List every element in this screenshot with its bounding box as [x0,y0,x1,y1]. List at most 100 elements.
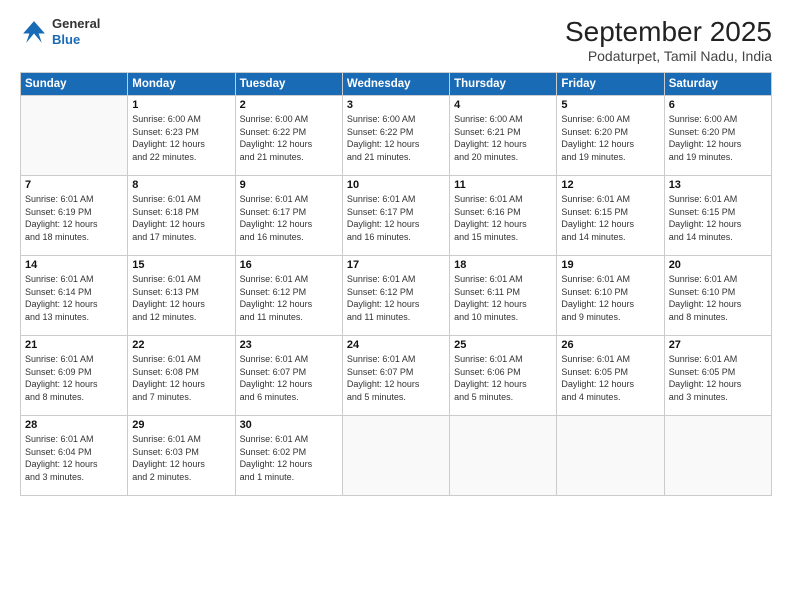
day-info: Sunrise: 6:00 AM Sunset: 6:21 PM Dayligh… [454,113,552,163]
calendar-cell: 9 Sunrise: 6:01 AM Sunset: 6:17 PM Daylig… [235,176,342,256]
day-number: 11 [454,179,552,191]
calendar-cell: 29 Sunrise: 6:01 AM Sunset: 6:03 PM Dayli… [128,416,235,496]
day-info: Sunrise: 6:01 AM Sunset: 6:16 PM Dayligh… [454,193,552,243]
day-info: Sunrise: 6:00 AM Sunset: 6:20 PM Dayligh… [561,113,659,163]
day-info: Sunrise: 6:01 AM Sunset: 6:04 PM Dayligh… [25,433,123,483]
day-number: 9 [240,179,338,191]
day-info: Sunrise: 6:00 AM Sunset: 6:22 PM Dayligh… [347,113,445,163]
calendar-cell: 27Sunrise: 6:01 AM Sunset: 6:05 PM Dayli… [664,336,771,416]
day-number: 21 [25,339,123,351]
day-info: Sunrise: 6:01 AM Sunset: 6:14 PM Dayligh… [25,273,123,323]
calendar-cell [21,96,128,176]
day-number: 18 [454,259,552,271]
day-number: 17 [347,259,445,271]
day-number: 1 [132,99,230,111]
calendar-cell: 13Sunrise: 6:01 AM Sunset: 6:15 PM Dayli… [664,176,771,256]
day-info: Sunrise: 6:01 AM Sunset: 6:03 PM Dayligh… [132,433,230,483]
day-number: 13 [669,179,767,191]
calendar-cell: 19 Sunrise: 6:01 AM Sunset: 6:10 PM Dayli… [557,256,664,336]
calendar-cell: 3 Sunrise: 6:00 AM Sunset: 6:22 PM Daylig… [342,96,449,176]
weekday-header-friday: Friday [557,73,664,96]
logo-general: General [52,16,100,32]
day-info: Sunrise: 6:01 AM Sunset: 6:09 PM Dayligh… [25,353,123,403]
calendar-cell [557,416,664,496]
day-number: 2 [240,99,338,111]
day-info: Sunrise: 6:01 AM Sunset: 6:18 PM Dayligh… [132,193,230,243]
logo-icon [20,18,48,46]
day-number: 4 [454,99,552,111]
calendar-cell: 17Sunrise: 6:01 AM Sunset: 6:12 PM Dayli… [342,256,449,336]
calendar-week-row: 28 Sunrise: 6:01 AM Sunset: 6:04 PM Dayli… [21,416,772,496]
day-number: 10 [347,179,445,191]
day-number: 20 [669,259,767,271]
weekday-header-sunday: Sunday [21,73,128,96]
day-number: 5 [561,99,659,111]
day-info: Sunrise: 6:01 AM Sunset: 6:10 PM Dayligh… [561,273,659,323]
day-info: Sunrise: 6:01 AM Sunset: 6:17 PM Dayligh… [240,193,338,243]
day-number: 15 [132,259,230,271]
day-info: Sunrise: 6:01 AM Sunset: 6:08 PM Dayligh… [132,353,230,403]
page: General Blue September 2025 Podaturpet, … [0,0,792,612]
day-number: 26 [561,339,659,351]
calendar-cell: 4 Sunrise: 6:00 AM Sunset: 6:21 PM Daylig… [450,96,557,176]
day-info: Sunrise: 6:01 AM Sunset: 6:02 PM Dayligh… [240,433,338,483]
calendar-cell: 14 Sunrise: 6:01 AM Sunset: 6:14 PM Dayli… [21,256,128,336]
title-block: September 2025 Podaturpet, Tamil Nadu, I… [565,16,772,64]
calendar-cell: 20Sunrise: 6:01 AM Sunset: 6:10 PM Dayli… [664,256,771,336]
day-number: 24 [347,339,445,351]
day-number: 23 [240,339,338,351]
day-info: Sunrise: 6:01 AM Sunset: 6:07 PM Dayligh… [240,353,338,403]
day-info: Sunrise: 6:01 AM Sunset: 6:05 PM Dayligh… [561,353,659,403]
calendar-cell: 6Sunrise: 6:00 AM Sunset: 6:20 PM Daylig… [664,96,771,176]
calendar-cell: 21 Sunrise: 6:01 AM Sunset: 6:09 PM Dayli… [21,336,128,416]
day-number: 3 [347,99,445,111]
day-number: 16 [240,259,338,271]
calendar-cell: 24 Sunrise: 6:01 AM Sunset: 6:07 PM Dayli… [342,336,449,416]
day-number: 30 [240,419,338,431]
day-number: 27 [669,339,767,351]
calendar-cell [450,416,557,496]
day-number: 29 [132,419,230,431]
day-info: Sunrise: 6:01 AM Sunset: 6:07 PM Dayligh… [347,353,445,403]
page-title: September 2025 [565,16,772,48]
calendar-cell: 5 Sunrise: 6:00 AM Sunset: 6:20 PM Daylig… [557,96,664,176]
day-number: 28 [25,419,123,431]
calendar-cell: 15 Sunrise: 6:01 AM Sunset: 6:13 PM Dayli… [128,256,235,336]
day-number: 19 [561,259,659,271]
calendar-cell: 10 Sunrise: 6:01 AM Sunset: 6:17 PM Dayli… [342,176,449,256]
day-info: Sunrise: 6:00 AM Sunset: 6:23 PM Dayligh… [132,113,230,163]
calendar-cell [664,416,771,496]
day-info: Sunrise: 6:01 AM Sunset: 6:19 PM Dayligh… [25,193,123,243]
day-info: Sunrise: 6:01 AM Sunset: 6:15 PM Dayligh… [561,193,659,243]
logo: General Blue [20,16,100,47]
calendar-body: 1 Sunrise: 6:00 AM Sunset: 6:23 PM Daylig… [21,96,772,496]
day-info: Sunrise: 6:01 AM Sunset: 6:11 PM Dayligh… [454,273,552,323]
calendar-cell: 26 Sunrise: 6:01 AM Sunset: 6:05 PM Dayli… [557,336,664,416]
day-number: 8 [132,179,230,191]
weekday-header-wednesday: Wednesday [342,73,449,96]
calendar-week-row: 7 Sunrise: 6:01 AM Sunset: 6:19 PM Daylig… [21,176,772,256]
calendar-cell: 12 Sunrise: 6:01 AM Sunset: 6:15 PM Dayli… [557,176,664,256]
calendar-cell: 2Sunrise: 6:00 AM Sunset: 6:22 PM Daylig… [235,96,342,176]
day-number: 12 [561,179,659,191]
day-info: Sunrise: 6:01 AM Sunset: 6:13 PM Dayligh… [132,273,230,323]
day-number: 6 [669,99,767,111]
page-subtitle: Podaturpet, Tamil Nadu, India [565,48,772,64]
logo-text: General Blue [52,16,100,47]
weekday-row: SundayMondayTuesdayWednesdayThursdayFrid… [21,73,772,96]
day-info: Sunrise: 6:01 AM Sunset: 6:17 PM Dayligh… [347,193,445,243]
day-number: 14 [25,259,123,271]
calendar-cell: 11 Sunrise: 6:01 AM Sunset: 6:16 PM Dayli… [450,176,557,256]
calendar-header: SundayMondayTuesdayWednesdayThursdayFrid… [21,73,772,96]
day-number: 7 [25,179,123,191]
calendar: SundayMondayTuesdayWednesdayThursdayFrid… [20,72,772,496]
calendar-cell: 28 Sunrise: 6:01 AM Sunset: 6:04 PM Dayli… [21,416,128,496]
calendar-cell: 8 Sunrise: 6:01 AM Sunset: 6:18 PM Daylig… [128,176,235,256]
calendar-cell [342,416,449,496]
weekday-header-monday: Monday [128,73,235,96]
calendar-week-row: 1 Sunrise: 6:00 AM Sunset: 6:23 PM Daylig… [21,96,772,176]
calendar-cell: 16Sunrise: 6:01 AM Sunset: 6:12 PM Dayli… [235,256,342,336]
calendar-cell: 18 Sunrise: 6:01 AM Sunset: 6:11 PM Dayli… [450,256,557,336]
calendar-cell: 22Sunrise: 6:01 AM Sunset: 6:08 PM Dayli… [128,336,235,416]
calendar-cell: 30 Sunrise: 6:01 AM Sunset: 6:02 PM Dayli… [235,416,342,496]
